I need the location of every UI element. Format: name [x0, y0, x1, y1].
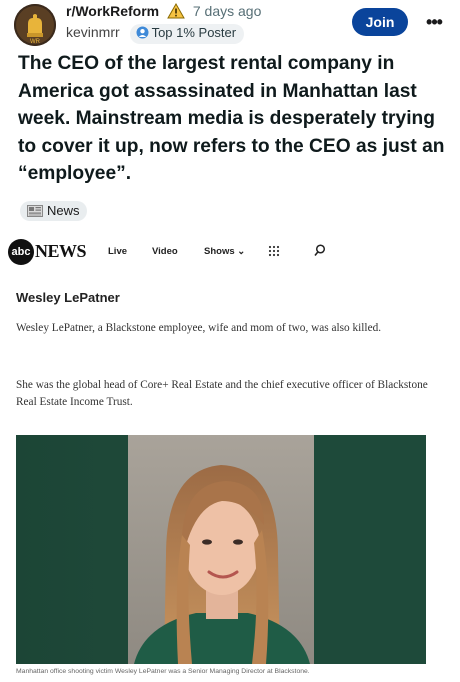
subreddit-name[interactable]: r/WorkReform — [66, 3, 159, 19]
subreddit-line: r/WorkReform 7 days ago — [66, 2, 262, 22]
poster-badge: Top 1% Poster — [129, 24, 245, 44]
photo-caption: Manhattan office shooting victim Wesley … — [16, 668, 310, 675]
news-flair-icon — [27, 203, 43, 223]
subreddit-avatar-icon[interactable]: WR — [14, 4, 56, 46]
nav-video[interactable]: Video — [152, 246, 178, 257]
poster-badge-icon — [136, 26, 149, 42]
grid-menu-icon[interactable] — [268, 244, 280, 262]
article-heading: Wesley LePatner — [16, 290, 120, 305]
article-paragraph-2: She was the global head of Core+ Real Es… — [16, 379, 428, 408]
username[interactable]: kevinmrr — [66, 24, 120, 40]
article-photo — [16, 435, 426, 664]
post-time: 7 days ago — [192, 3, 262, 19]
article-paragraph-1: Wesley LePatner, a Blackstone employee, … — [16, 322, 382, 334]
post-header: WR r/WorkReform 7 days ago kevinmrr Top … — [0, 0, 460, 50]
join-button[interactable]: Join — [352, 8, 408, 36]
more-options-button[interactable]: ••• — [420, 8, 448, 36]
nav-live[interactable]: Live — [108, 246, 127, 257]
warning-triangle-icon — [167, 2, 185, 22]
abc-logo-text[interactable]: NEWS — [35, 241, 87, 262]
nav-shows[interactable]: Shows ⌄ — [204, 246, 245, 257]
post-title[interactable]: The CEO of the largest rental company in… — [18, 50, 446, 188]
svg-text:WR: WR — [30, 39, 41, 45]
abc-logo-circle[interactable]: abc — [8, 239, 34, 265]
search-icon[interactable] — [314, 244, 326, 262]
flair-label: News — [47, 203, 80, 218]
poster-badge-label: Top 1% Poster — [151, 25, 237, 40]
user-line: kevinmrr Top 1% Poster — [66, 24, 245, 44]
abc-news-nav: abc NEWS Live Video Shows ⌄ — [0, 232, 460, 268]
post-flair[interactable]: News — [20, 201, 87, 221]
